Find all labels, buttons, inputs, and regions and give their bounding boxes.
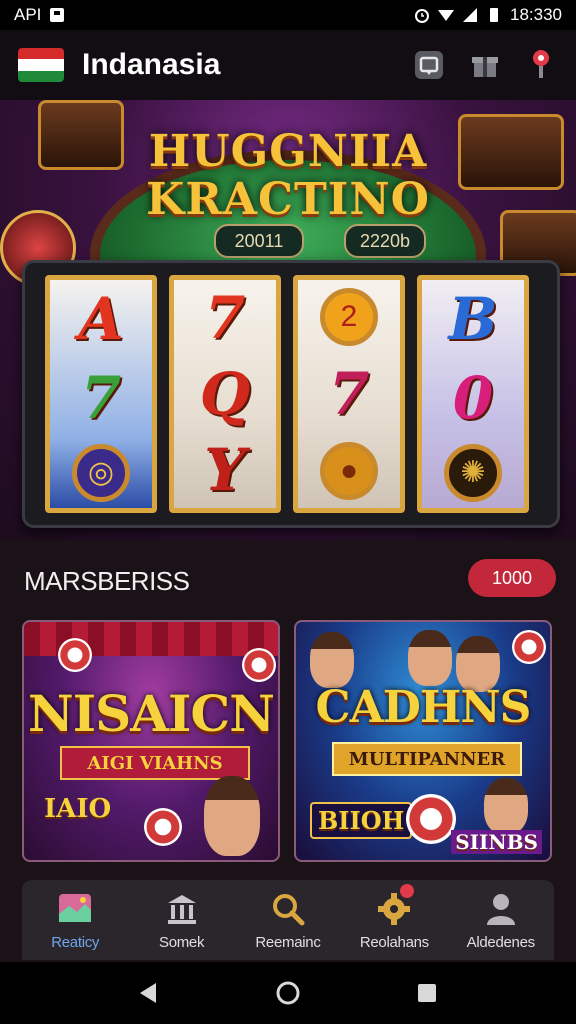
status-time: 18:330 — [510, 5, 562, 24]
gift-button[interactable] — [468, 48, 502, 82]
casino-chip-icon — [512, 630, 546, 664]
reel-symbol: Y — [204, 436, 246, 504]
slot-reels[interactable]: A 7 ◎ 7 Q Y 2 7 ● B 0 ✺ — [22, 260, 560, 528]
nav-item-aldedenes[interactable]: Aldedenes — [451, 890, 551, 951]
reel-symbol: A — [78, 285, 124, 354]
bank-icon — [162, 890, 202, 928]
nav-label: Somek — [158, 933, 205, 951]
roulette-icon — [406, 794, 456, 844]
reel-symbol: Q — [199, 360, 251, 428]
status-bar: API 18:330 — [0, 0, 576, 30]
hero-pill-right: 2220b — [344, 224, 426, 258]
casino-chip-icon — [144, 808, 182, 846]
casino-chip-icon — [242, 648, 276, 682]
reel-symbol: 7 — [204, 284, 246, 352]
coin-icon: 2 — [320, 287, 378, 346]
game-ribbon: MULTIPANNER — [332, 742, 522, 776]
gear-icon — [374, 883, 415, 928]
hero-pill-left: 20011 — [214, 224, 304, 258]
section-title: MARSBERISS — [24, 566, 190, 596]
reel-symbol: B — [448, 285, 498, 354]
roulette-icon: ✺ — [444, 443, 502, 502]
reel-symbol: 0 — [452, 363, 494, 432]
section-badge[interactable]: 1000 — [468, 559, 556, 597]
location-button[interactable] — [524, 48, 558, 82]
game-card-icon — [55, 890, 95, 928]
search-icon — [268, 890, 308, 928]
nav-label: Reemainc — [255, 933, 321, 951]
hero-title-line1: HUGGNIIA — [148, 126, 428, 177]
game-title: CADHNS — [315, 682, 532, 733]
nav-item-reemainc[interactable]: Reemainc — [238, 890, 338, 951]
person-icon — [481, 890, 521, 928]
reel-symbol: 7 — [328, 359, 370, 428]
casino-chip-icon — [58, 638, 92, 672]
game-label: SIINBS — [451, 830, 542, 854]
recents-icon[interactable] — [414, 980, 440, 1006]
game-ribbon: AIGI VIAHNS — [60, 746, 250, 780]
nav-label: Aldedenes — [466, 933, 536, 951]
game-title: NISAICN — [28, 684, 275, 743]
character-avatar — [310, 632, 354, 688]
wallet-button[interactable] — [412, 48, 446, 82]
nav-item-somek[interactable]: Somek — [132, 890, 232, 951]
game-label: IAIO — [44, 794, 112, 824]
character-avatar — [408, 630, 452, 686]
app-title: Indanasia — [82, 48, 221, 81]
reel-symbol: 7 — [80, 363, 122, 432]
game-card[interactable]: NISAICN AIGI VIAHNS IAIO — [22, 620, 280, 862]
character-avatar — [484, 778, 528, 834]
notification-dot — [400, 883, 415, 898]
nav-label: Reaticy — [51, 933, 100, 951]
nav-item-reolahans[interactable]: Reolahans — [344, 883, 444, 951]
battery-icon — [490, 8, 498, 22]
hero-banner[interactable]: HUGGNIIA KRACTINO 20011 2220b A 7 ◎ 7 Q … — [0, 100, 576, 540]
coin-icon: ◎ — [72, 443, 130, 502]
nav-label: Reolahans — [359, 933, 429, 951]
home-icon[interactable] — [275, 980, 301, 1006]
back-icon[interactable] — [136, 980, 162, 1006]
wifi-icon — [438, 10, 454, 21]
gift-icon — [472, 57, 498, 77]
hero-title-line2: KRACTINO — [146, 174, 430, 225]
nav-item-reaticy[interactable]: Reaticy — [25, 890, 125, 951]
reel-2: 7 Q Y — [169, 275, 281, 513]
alarm-icon — [415, 9, 429, 23]
status-left-text: API — [14, 5, 42, 24]
app-bar: Indanasia — [0, 30, 576, 100]
signal-icon — [463, 8, 477, 22]
bottom-nav: Reaticy Somek Reemainc Reolahans Aldeden… — [22, 880, 554, 960]
game-card[interactable]: CADHNS MULTIPANNER BIIOH SIINBS — [294, 620, 552, 862]
character-avatar — [204, 776, 260, 856]
reel-3: 2 7 ● — [293, 275, 405, 513]
reel-1: A 7 ◎ — [45, 275, 157, 513]
game-label: BIIOH — [310, 802, 413, 839]
location-pin-icon — [533, 50, 549, 78]
app-logo — [18, 48, 64, 82]
system-nav-bar — [0, 962, 576, 1024]
reel-4: B 0 ✺ — [417, 275, 529, 513]
wallet-icon — [415, 51, 443, 79]
roulette-icon: ● — [320, 442, 378, 501]
notification-icon — [50, 8, 65, 22]
